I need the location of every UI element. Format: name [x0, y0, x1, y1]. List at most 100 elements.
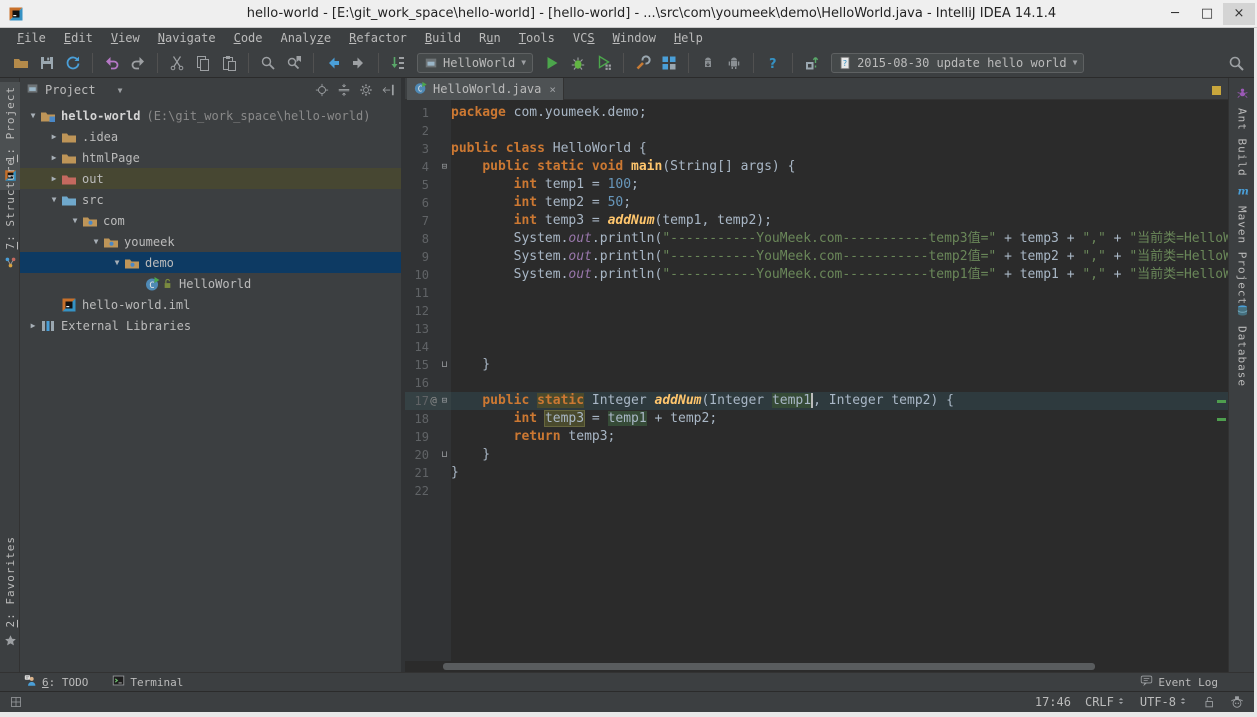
menu-item-code[interactable]: Code	[225, 28, 272, 48]
menu-item-help[interactable]: Help	[665, 28, 712, 48]
menu-item-build[interactable]: Build	[416, 28, 470, 48]
toggle-tool-buttons-icon[interactable]	[10, 696, 22, 708]
menu-item-run[interactable]: Run	[470, 28, 510, 48]
code-line-20[interactable]: 20⊔ }	[405, 446, 1228, 464]
redo-button[interactable]	[125, 51, 151, 75]
tree-item-external-libraries[interactable]: ▶External Libraries	[20, 315, 401, 336]
editor-tab-helloworld-java[interactable]: C HelloWorld.java ×	[407, 78, 564, 100]
hector-inspections-icon[interactable]	[1230, 695, 1244, 709]
copy-button[interactable]	[190, 51, 216, 75]
open-project-button[interactable]	[8, 51, 34, 75]
tool-window-button-terminal[interactable]: Terminal	[112, 674, 183, 690]
inspection-status-indicator[interactable]	[1212, 86, 1221, 95]
project-panel-title[interactable]: Project	[45, 83, 96, 97]
menu-item-analyze[interactable]: Analyze	[272, 28, 341, 48]
tree-item-com[interactable]: ▼com	[20, 210, 401, 231]
vcs-update-button[interactable]	[799, 51, 825, 75]
tree-item-out[interactable]: ▶out	[20, 168, 401, 189]
find-button[interactable]	[255, 51, 281, 75]
code-line-19[interactable]: 19 return temp3;	[405, 428, 1228, 446]
code-line-11[interactable]: 11	[405, 284, 1228, 302]
locate-icon[interactable]	[315, 83, 329, 97]
minimize-button[interactable]: ─	[1159, 3, 1191, 25]
back-button[interactable]	[320, 51, 346, 75]
tree-item-hello-world[interactable]: ▼hello-world(E:\git_work_space\hello-wor…	[20, 105, 401, 126]
search-everywhere-button[interactable]	[1223, 51, 1249, 75]
tool-stripe-maven-projects[interactable]: mMaven Projects	[1229, 182, 1255, 313]
caret-position-widget[interactable]: 17:46	[1035, 695, 1071, 709]
debug-button[interactable]	[565, 51, 591, 75]
tool-stripe-ant-build[interactable]: Ant Build	[1229, 84, 1255, 177]
settings-gear-icon[interactable]	[359, 83, 373, 97]
code-line-10[interactable]: 10 System.out.println("-----------YouMee…	[405, 266, 1228, 284]
code-line-4[interactable]: 4⊟ public static void main(String[] args…	[405, 158, 1228, 176]
android-sdk-button[interactable]	[695, 51, 721, 75]
code-line-13[interactable]: 13	[405, 320, 1228, 338]
menu-item-window[interactable]: Window	[604, 28, 665, 48]
code-line-3[interactable]: 3public class HelloWorld {	[405, 140, 1228, 158]
tool-stripe-database[interactable]: Database	[1229, 302, 1255, 387]
code-line-16[interactable]: 16	[405, 374, 1228, 392]
menu-item-view[interactable]: View	[102, 28, 149, 48]
undo-button[interactable]	[99, 51, 125, 75]
code-line-5[interactable]: 5 int temp1 = 100;	[405, 176, 1228, 194]
paste-button[interactable]	[216, 51, 242, 75]
run-button[interactable]	[539, 51, 565, 75]
code-line-14[interactable]: 14	[405, 338, 1228, 356]
tool-window-button-6-todo[interactable]: 6: TODO	[24, 674, 88, 690]
code-area[interactable]: 1package com.youmeek.demo;23public class…	[405, 104, 1228, 500]
horizontal-scrollbar[interactable]	[443, 663, 1095, 670]
vcs-commit-message-select[interactable]: ?2015-08-30 update hello world▼	[831, 53, 1084, 73]
project-structure-button[interactable]	[656, 51, 682, 75]
find-usages-button[interactable]	[281, 51, 307, 75]
hide-icon[interactable]	[381, 83, 395, 97]
cut-button[interactable]	[164, 51, 190, 75]
code-line-18[interactable]: 18 int temp3 = temp1 + temp2;	[405, 410, 1228, 428]
run-configuration-select[interactable]: HelloWorld▼	[417, 53, 533, 73]
code-line-17[interactable]: 17@⊟ public static Integer addNum(Intege…	[405, 392, 1228, 410]
tree-item-helloworld[interactable]: CHelloWorld	[20, 273, 401, 294]
event-log-button[interactable]: Event Log	[1140, 674, 1218, 690]
line-history-button[interactable]	[385, 51, 411, 75]
code-line-15[interactable]: 15⊔ }	[405, 356, 1228, 374]
menu-item-file[interactable]: File	[8, 28, 55, 48]
android-avd-button[interactable]	[721, 51, 747, 75]
code-line-12[interactable]: 12	[405, 302, 1228, 320]
code-line-6[interactable]: 6 int temp2 = 50;	[405, 194, 1228, 212]
save-all-button[interactable]	[34, 51, 60, 75]
menu-item-refactor[interactable]: Refactor	[340, 28, 416, 48]
synchronize-button[interactable]	[60, 51, 86, 75]
collapse-all-icon[interactable]	[337, 83, 351, 97]
code-line-9[interactable]: 9 System.out.println("-----------YouMeek…	[405, 248, 1228, 266]
chevron-down-icon[interactable]: ▼	[118, 86, 123, 95]
forward-button[interactable]	[346, 51, 372, 75]
menu-item-navigate[interactable]: Navigate	[149, 28, 225, 48]
code-line-1[interactable]: 1package com.youmeek.demo;	[405, 104, 1228, 122]
menu-item-vcs[interactable]: VCS	[564, 28, 604, 48]
tree-item-idea[interactable]: ▶.idea	[20, 126, 401, 147]
maximize-button[interactable]: □	[1191, 3, 1223, 25]
settings-button[interactable]	[630, 51, 656, 75]
close-tab-icon[interactable]: ×	[549, 83, 556, 96]
tree-item-src[interactable]: ▼src	[20, 189, 401, 210]
code-line-22[interactable]: 22	[405, 482, 1228, 500]
tree-item-youmeek[interactable]: ▼youmeek	[20, 231, 401, 252]
coverage-button[interactable]	[591, 51, 617, 75]
code-line-2[interactable]: 2	[405, 122, 1228, 140]
code-line-8[interactable]: 8 System.out.println("-----------YouMeek…	[405, 230, 1228, 248]
close-button[interactable]: ×	[1223, 3, 1255, 25]
code-line-21[interactable]: 21}	[405, 464, 1228, 482]
lock-open-icon[interactable]	[1202, 695, 1216, 709]
line-ending-widget[interactable]: CRLF	[1085, 695, 1126, 709]
help-button[interactable]: ?	[760, 51, 786, 75]
tree-item-htmlpage[interactable]: ▶htmlPage	[20, 147, 401, 168]
editor-body[interactable]: 1package com.youmeek.demo;23public class…	[405, 100, 1228, 661]
tool-stripe-2-favorites[interactable]: 2: Favorites	[0, 536, 20, 651]
menu-item-tools[interactable]: Tools	[510, 28, 564, 48]
tool-stripe-7-structure[interactable]: 7: Structure	[0, 158, 20, 273]
menu-item-edit[interactable]: Edit	[55, 28, 102, 48]
encoding-widget[interactable]: UTF-8	[1140, 695, 1188, 709]
code-line-7[interactable]: 7 int temp3 = addNum(temp1, temp2);	[405, 212, 1228, 230]
tree-item-demo[interactable]: ▼demo	[20, 252, 401, 273]
tree-item-hello-world-iml[interactable]: hello-world.iml	[20, 294, 401, 315]
